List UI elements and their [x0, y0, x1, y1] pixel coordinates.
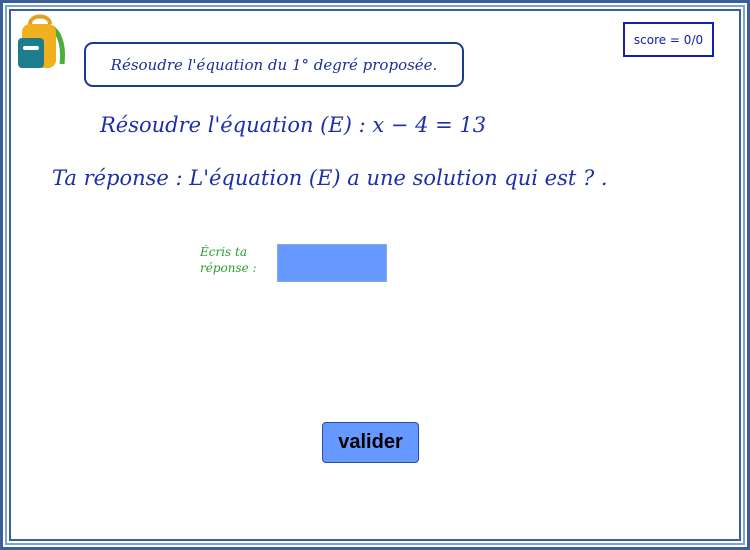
- equation-text: Résoudre l'équation (E) : x − 4 = 13: [100, 113, 487, 137]
- backpack-icon: [18, 14, 65, 68]
- exercise-title: Résoudre l'équation du 1° degré proposée…: [84, 42, 464, 87]
- validate-button[interactable]: valider: [322, 422, 419, 463]
- score-display: score = 0/0: [623, 22, 714, 57]
- answer-input[interactable]: [277, 244, 387, 282]
- answer-prompt: Ta réponse : L'équation (E) a une soluti…: [52, 166, 608, 190]
- input-label: Écris ta réponse :: [200, 245, 257, 275]
